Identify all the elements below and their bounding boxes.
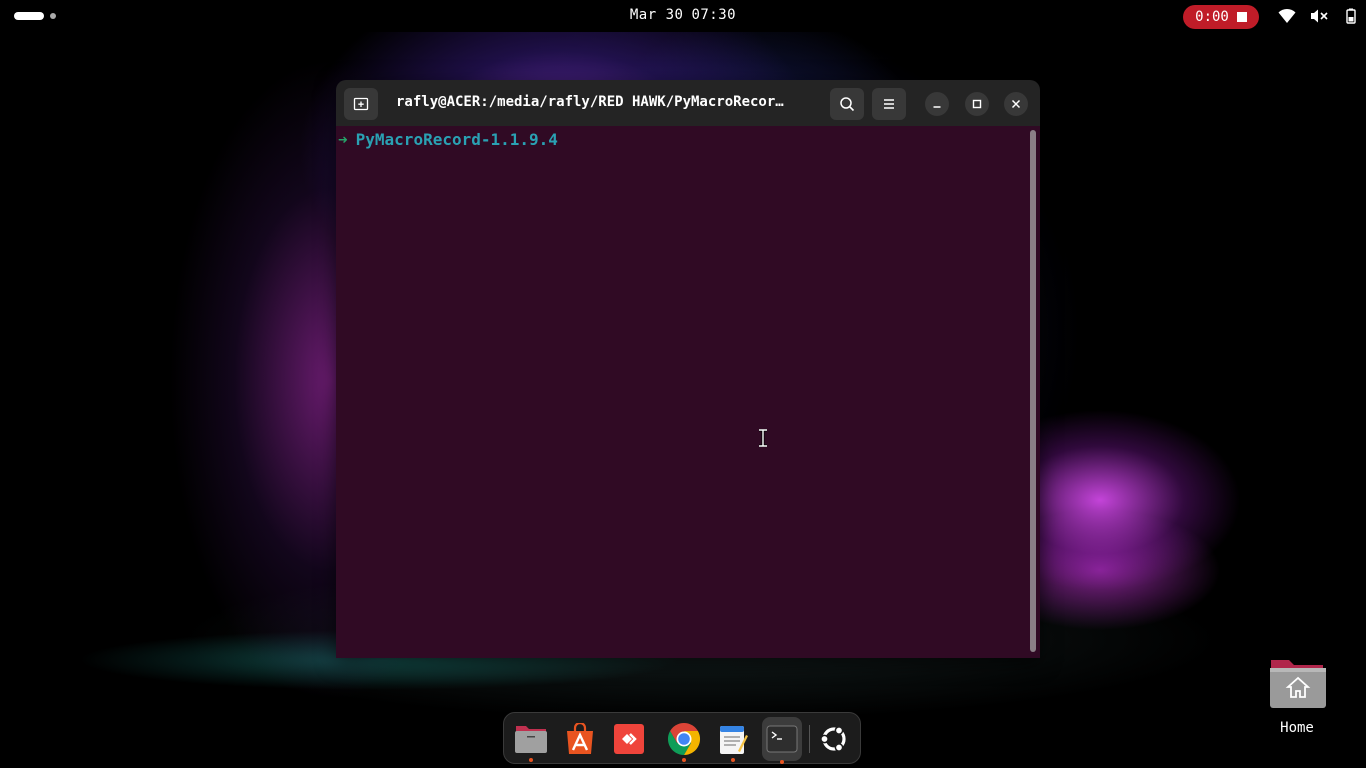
system-tray[interactable] [1278, 8, 1360, 24]
search-button[interactable] [830, 88, 864, 120]
close-button[interactable] [1004, 92, 1028, 116]
dock-chrome[interactable] [664, 719, 704, 762]
dock-app-center[interactable] [560, 719, 600, 759]
top-bar: Mar 30 07:30 0:00 [0, 0, 1366, 32]
terminal-icon [766, 725, 798, 753]
terminal-window[interactable]: rafly@ACER:/media/rafly/RED HAWK/PyMacro… [336, 80, 1040, 658]
dock-anydesk[interactable] [609, 719, 649, 759]
chrome-icon [667, 722, 701, 756]
maximize-icon [972, 99, 982, 109]
text-editor-icon [720, 726, 748, 754]
prompt-arrow: ➜ [338, 130, 348, 149]
wifi-icon [1278, 8, 1296, 23]
dock [503, 712, 861, 764]
running-indicator [731, 758, 735, 762]
screen-recording-indicator[interactable]: 0:00 [1183, 5, 1259, 29]
maximize-button[interactable] [965, 92, 989, 116]
stop-icon [1236, 12, 1247, 22]
running-indicator [682, 758, 686, 762]
running-indicator [780, 760, 784, 764]
folder-icon [515, 726, 547, 753]
minimize-button[interactable] [925, 92, 949, 116]
text-cursor-icon [759, 429, 767, 447]
hamburger-menu-icon [884, 99, 894, 109]
close-icon [1011, 99, 1021, 109]
anydesk-icon [614, 724, 644, 754]
dock-terminal[interactable] [762, 717, 802, 764]
clock[interactable]: Mar 30 07:30 [0, 7, 1366, 23]
clock-date: Mar 30 [629, 7, 684, 23]
terminal-content[interactable]: ➜ PyMacroRecord-1.1.9.4 [336, 126, 1040, 658]
app-center-icon [567, 723, 593, 754]
clock-time: 07:30 [691, 7, 737, 23]
dock-text-editor[interactable] [713, 719, 753, 762]
home-folder-icon [1270, 660, 1326, 708]
desktop-home-folder[interactable]: Home [1266, 656, 1328, 736]
dock-files[interactable] [511, 719, 551, 762]
search-icon [840, 97, 855, 112]
ubuntu-logo-icon [820, 726, 846, 752]
minimize-icon [933, 106, 941, 108]
menu-button[interactable] [872, 88, 906, 120]
prompt-directory: PyMacroRecord-1.1.9.4 [355, 130, 558, 149]
terminal-scrollbar[interactable] [1030, 130, 1036, 652]
prompt-line: ➜ PyMacroRecord-1.1.9.4 [338, 130, 558, 149]
terminal-title: rafly@ACER:/media/rafly/RED HAWK/PyMacro… [396, 94, 784, 110]
home-label: Home [1280, 720, 1314, 736]
volume-muted-icon [1311, 9, 1328, 23]
new-tab-button[interactable] [344, 88, 378, 120]
desktop: Mar 30 07:30 0:00 rafly@ACER:/media/rafl… [0, 0, 1366, 768]
new-tab-icon [353, 97, 369, 111]
recording-time: 0:00 [1195, 9, 1229, 25]
terminal-header-bar[interactable]: rafly@ACER:/media/rafly/RED HAWK/PyMacro… [336, 80, 1040, 126]
dock-separator [809, 725, 810, 753]
running-indicator [529, 758, 533, 762]
show-apps-button[interactable] [814, 719, 854, 759]
battery-icon [1346, 8, 1356, 24]
